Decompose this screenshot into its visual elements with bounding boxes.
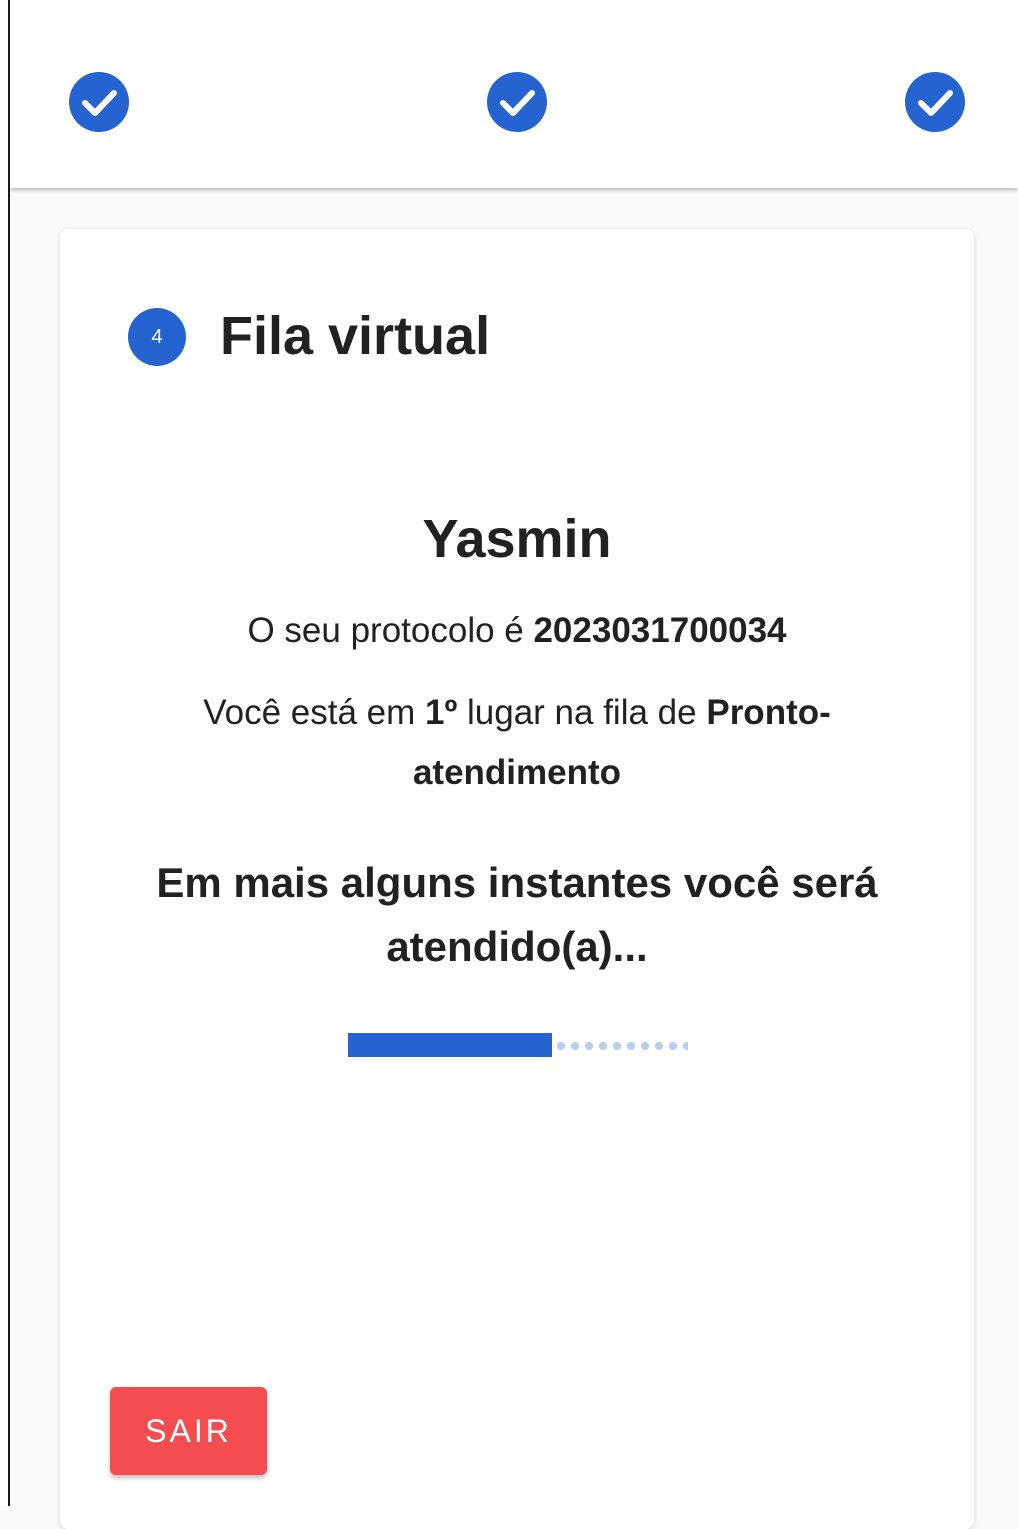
queue-position-line: Você está em 1º lugar na fila de Pronto-… — [150, 683, 884, 803]
card-title: Fila virtual — [220, 306, 491, 366]
queue-position: 1º — [425, 693, 458, 732]
exit-button[interactable]: SAIR — [110, 1387, 267, 1475]
step-2-check-icon — [487, 72, 547, 132]
progress-fill — [348, 1033, 552, 1057]
step-1-check-icon — [69, 72, 129, 132]
protocol-label: O seu protocolo é — [247, 611, 534, 650]
queue-label-start: Você está em — [203, 693, 426, 732]
wait-message: Em mais alguns instantes você será atend… — [156, 859, 878, 970]
loading-progress-bar — [348, 1033, 688, 1057]
patient-name: Yasmin — [422, 509, 612, 569]
progress-stepper — [10, 0, 1018, 188]
protocol-number: 2023031700034 — [533, 611, 787, 650]
queue-label-middle: lugar na fila de — [457, 693, 707, 732]
protocol-line: O seu protocolo é 2023031700034 — [60, 607, 974, 655]
progress-buffer — [554, 1042, 688, 1050]
step-3-check-icon — [905, 72, 965, 132]
step-number-badge: 4 — [128, 308, 186, 366]
window-left-edge — [0, 0, 10, 1506]
virtual-queue-card: 4 Fila virtual Yasmin O seu protocolo é … — [60, 229, 974, 1529]
